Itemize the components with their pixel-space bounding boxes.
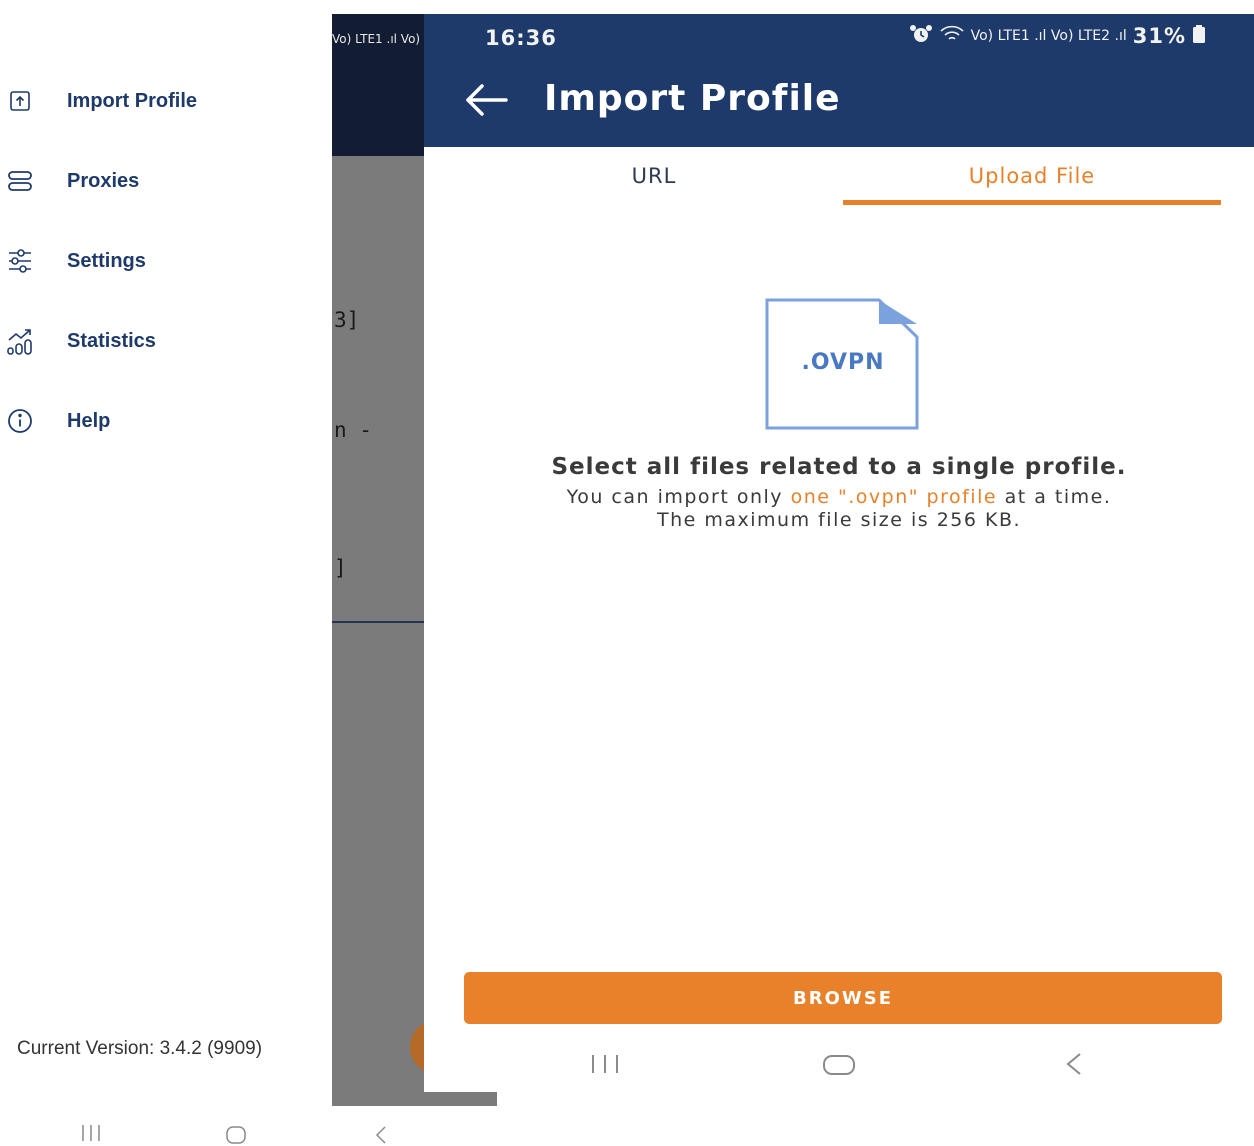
background-app-header: Vo) LTE1 .ıl Vo) LTE2 .ıl 3 bbox=[332, 14, 424, 156]
browse-button[interactable]: BROWSE bbox=[464, 972, 1222, 1024]
navigation-drawer: Import Profile Proxies Settings Statisti… bbox=[0, 0, 332, 1146]
background-text-fragment: ] bbox=[334, 556, 347, 580]
instruction-highlight: one ".ovpn" profile bbox=[790, 486, 998, 508]
background-app-scrim[interactable]: Vo) LTE1 .ıl Vo) LTE2 .ıl 3 3] n - ] bbox=[332, 14, 424, 1106]
import-profile-screen: 16:36 Vo) LTE1 .ıl Vo) LTE2 .ıl 31% Impo… bbox=[424, 14, 1254, 1092]
proxies-icon bbox=[6, 167, 34, 195]
back-nav-icon[interactable] bbox=[373, 1125, 389, 1146]
import-icon bbox=[6, 87, 34, 115]
background-strip bbox=[424, 1092, 497, 1106]
file-type-badge: .OVPN bbox=[801, 350, 885, 375]
home-nav-icon[interactable] bbox=[822, 1054, 856, 1080]
battery-percent: 31% bbox=[1132, 24, 1186, 48]
app-version-text: Current Version: 3.4.2 (9909) bbox=[17, 1038, 263, 1059]
instruction-text: at a time. bbox=[997, 486, 1112, 508]
system-nav-bar-left bbox=[0, 1118, 420, 1146]
tab-url[interactable]: URL bbox=[464, 147, 844, 205]
background-status-text: Vo) LTE1 .ıl Vo) LTE2 .ıl 3 bbox=[332, 32, 424, 46]
status-time: 16:36 bbox=[485, 26, 557, 50]
drawer-item-proxies[interactable]: Proxies bbox=[0, 156, 332, 206]
wifi-icon bbox=[939, 25, 965, 47]
system-nav-bar-right bbox=[424, 1046, 1254, 1082]
background-fab bbox=[410, 1020, 424, 1074]
selected-tab-indicator bbox=[843, 200, 1221, 205]
drawer-item-label: Help bbox=[67, 409, 111, 432]
back-nav-icon[interactable] bbox=[1064, 1052, 1084, 1080]
page-title: Import Profile bbox=[544, 78, 841, 119]
instruction-description: You can import only one ".ovpn" profile … bbox=[424, 486, 1254, 532]
recents-nav-icon[interactable] bbox=[80, 1124, 102, 1146]
drawer-item-label: Settings bbox=[67, 249, 146, 272]
back-arrow-icon[interactable] bbox=[462, 80, 512, 120]
background-divider bbox=[332, 621, 424, 623]
drawer-item-import-profile[interactable]: Import Profile bbox=[0, 76, 332, 126]
tab-upload-file[interactable]: Upload File bbox=[843, 147, 1221, 205]
instruction-line-1: You can import only one ".ovpn" profile … bbox=[424, 486, 1254, 509]
signal-network-text: Vo) LTE1 .ıl Vo) LTE2 .ıl bbox=[970, 28, 1127, 44]
status-indicators: Vo) LTE1 .ıl Vo) LTE2 .ıl 31% bbox=[909, 24, 1206, 48]
battery-icon bbox=[1192, 25, 1206, 47]
instruction-headline: Select all files related to a single pro… bbox=[551, 454, 1127, 480]
background-text-fragment: n - bbox=[334, 418, 372, 442]
statistics-icon bbox=[6, 327, 34, 355]
settings-sliders-icon bbox=[6, 247, 34, 275]
background-text-fragment: 3] bbox=[334, 308, 360, 332]
instruction-text: You can import only bbox=[566, 486, 791, 508]
drawer-item-settings[interactable]: Settings bbox=[0, 236, 332, 286]
instruction-line-2: The maximum file size is 256 KB. bbox=[656, 509, 1022, 531]
recents-nav-icon[interactable] bbox=[589, 1054, 621, 1078]
home-nav-icon[interactable] bbox=[225, 1126, 247, 1146]
drawer-item-label: Statistics bbox=[67, 329, 156, 352]
screenshot-composite: Import Profile Proxies Settings Statisti… bbox=[0, 0, 1254, 1146]
drawer-item-label: Proxies bbox=[67, 169, 140, 192]
info-icon bbox=[6, 407, 34, 435]
drawer-item-label: Import Profile bbox=[67, 89, 198, 112]
app-bar: 16:36 Vo) LTE1 .ıl Vo) LTE2 .ıl 31% Impo… bbox=[424, 14, 1254, 147]
alarm-icon bbox=[909, 24, 933, 48]
drawer-item-help[interactable]: Help bbox=[0, 396, 332, 446]
drawer-item-statistics[interactable]: Statistics bbox=[0, 316, 332, 366]
